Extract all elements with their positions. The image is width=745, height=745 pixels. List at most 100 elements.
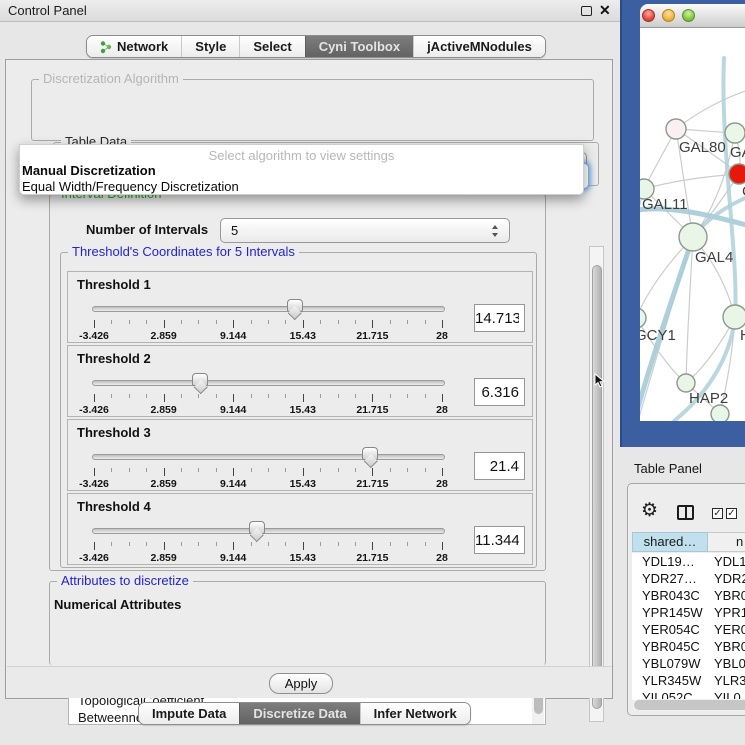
network-window-titlebar[interactable] — [640, 4, 745, 28]
apply-bar: Apply — [7, 666, 612, 698]
thresholds-group: Threshold's Coordinates for 5 Intervals … — [60, 252, 537, 568]
node-label: GA — [730, 144, 745, 161]
network-node[interactable] — [679, 223, 707, 251]
scrollbar-thumb[interactable] — [592, 265, 602, 709]
scrollbar-thumb[interactable] — [634, 700, 745, 710]
apply-button[interactable]: Apply — [269, 673, 333, 694]
node-table-body: YDL19…YDL1YDR27…YDR2YBR043CYBR0YPR145WYP… — [632, 553, 745, 700]
tab-jactivemnodules[interactable]: jActiveMNodules — [413, 36, 545, 57]
tab-cyni-toolbox[interactable]: Cyni Toolbox — [305, 36, 413, 57]
threshold-label: Threshold 2 — [77, 351, 151, 366]
table-header-row: shared… n — [632, 532, 745, 552]
threshold-slider[interactable]: -3.4262.8599.14415.4321.71528 — [90, 444, 445, 492]
tab-network[interactable]: Network — [87, 36, 181, 57]
dropdown-option[interactable]: Manual Discretization — [22, 163, 156, 178]
column-header-name[interactable]: n — [708, 532, 745, 552]
slider-track[interactable] — [92, 380, 445, 386]
network-node[interactable] — [640, 308, 646, 328]
control-panel: Control Panel ✕ Network Style Select Cyn… — [0, 0, 620, 745]
numerical-attributes-label: Numerical Attributes — [54, 597, 181, 612]
float-window-icon[interactable] — [581, 6, 592, 16]
tab-impute-data[interactable]: Impute Data — [139, 703, 239, 724]
network-node[interactable] — [666, 119, 686, 139]
column-header-shared-name[interactable]: shared… — [632, 532, 708, 552]
window-minimize-icon[interactable] — [662, 9, 675, 22]
combo-stepper-icon — [491, 225, 500, 237]
node-label: GAL80 — [679, 139, 726, 156]
checkbox-checked-icon[interactable]: ✓ — [726, 508, 737, 519]
tab-discretize-data[interactable]: Discretize Data — [239, 703, 359, 724]
threshold-slider[interactable]: -3.4262.8599.14415.4321.71528 — [90, 370, 445, 418]
tab-select[interactable]: Select — [239, 36, 304, 57]
node-label: H — [740, 327, 745, 344]
dropdown-hint: Select algorithm to view settings — [20, 148, 583, 163]
node-label: GAL4 — [695, 249, 733, 266]
top-tab-bar: Network Style Select Cyni Toolbox jActiv… — [86, 35, 546, 58]
group-title: Attributes to discretize — [57, 574, 193, 588]
vertical-scrollbar[interactable] — [589, 246, 604, 722]
algorithm-dropdown-popup: Select algorithm to view settings Manual… — [19, 144, 584, 195]
close-icon[interactable]: ✕ — [599, 2, 611, 19]
network-icon — [100, 40, 112, 54]
table-row[interactable]: YDL19…YDL1 — [632, 553, 745, 570]
control-panel-titlebar: Control Panel ✕ — [0, 0, 620, 22]
threshold-label: Threshold 1 — [77, 277, 151, 292]
dropdown-option[interactable]: Equal Width/Frequency Discretization — [22, 179, 239, 194]
table-row[interactable]: YPR145WYPR1 — [632, 604, 745, 621]
interval-definition-group: Interval Definition Number of Intervals … — [49, 194, 546, 571]
split-view-icon[interactable] — [677, 505, 694, 520]
threshold-value-input[interactable] — [474, 452, 525, 480]
attributes-group: Attributes to discretize Numerical Attri… — [49, 581, 546, 665]
table-row[interactable]: YER054CYER0 — [632, 621, 745, 638]
table-panel-title: Table Panel — [634, 461, 702, 476]
mouse-cursor — [594, 373, 605, 389]
checkbox-checked-icon[interactable]: ✓ — [712, 508, 723, 519]
slider-track[interactable] — [92, 306, 445, 312]
discretization-algorithm-group: Discretization Algorithm — [31, 79, 594, 141]
threshold-label: Threshold 3 — [77, 425, 151, 440]
network-node[interactable] — [729, 164, 745, 184]
threshold-panel: Threshold 3 -3.4262.8599.14415.4321.7152… — [67, 419, 533, 491]
slider-track[interactable] — [92, 454, 445, 460]
window-zoom-icon[interactable] — [682, 9, 695, 22]
panel-title: Control Panel — [8, 3, 87, 18]
slider-track[interactable] — [92, 528, 445, 534]
node-label: GAL11 — [642, 196, 688, 213]
table-row[interactable]: YDR27…YDR2 — [632, 570, 745, 587]
threshold-value-input[interactable] — [474, 378, 525, 406]
group-title: Threshold's Coordinates for 5 Intervals — [68, 245, 299, 259]
threshold-panel: Threshold 4 -3.4262.8599.14415.4321.7152… — [67, 493, 533, 565]
gear-icon[interactable]: ⚙ — [641, 501, 658, 520]
table-row[interactable]: YBL079WYBL0 — [632, 655, 745, 672]
threshold-label: Threshold 4 — [77, 499, 151, 514]
network-node[interactable] — [723, 305, 745, 329]
group-title: Discretization Algorithm — [39, 72, 183, 86]
table-row[interactable]: YBR043CYBR0 — [632, 587, 745, 604]
network-node[interactable] — [725, 123, 745, 143]
threshold-panel: Threshold 2 -3.4262.8599.14415.4321.7152… — [67, 345, 533, 417]
window-close-icon[interactable] — [642, 9, 655, 22]
slider-handle[interactable] — [287, 299, 303, 312]
table-row[interactable]: YLR345WYLR3 — [632, 672, 745, 689]
network-edge — [644, 174, 739, 189]
horizontal-scrollbar[interactable] — [633, 699, 745, 711]
intervals-value: 5 — [231, 223, 238, 238]
tab-infer-network[interactable]: Infer Network — [360, 703, 470, 724]
network-node[interactable] — [711, 405, 729, 421]
node-label: HAP2 — [689, 390, 728, 407]
slider-handle[interactable] — [362, 447, 378, 460]
node-label: GCY1 — [640, 327, 676, 344]
threshold-value-input[interactable] — [474, 304, 525, 332]
tab-style[interactable]: Style — [181, 36, 239, 57]
table-row[interactable]: YBR045CYBR0 — [632, 638, 745, 655]
table-panel: ⚙ ✓ ✓ shared… n YDL19…YDL1YDR27…YDR2YBR0… — [627, 483, 745, 716]
threshold-panel: Threshold 1 -3.4262.8599.14415.4321.7152… — [67, 271, 533, 343]
slider-handle[interactable] — [192, 373, 208, 386]
threshold-slider[interactable]: -3.4262.8599.14415.4321.71528 — [90, 296, 445, 344]
tab-label: Network — [117, 39, 168, 54]
slider-handle[interactable] — [249, 521, 265, 534]
network-canvas[interactable]: GAL80GACGAL11GAL4GCY1HHAP2 — [640, 28, 745, 421]
threshold-value-input[interactable] — [474, 526, 525, 554]
threshold-slider[interactable]: -3.4262.8599.14415.4321.71528 — [90, 518, 445, 566]
number-of-intervals-combobox[interactable]: 5 — [220, 218, 510, 243]
